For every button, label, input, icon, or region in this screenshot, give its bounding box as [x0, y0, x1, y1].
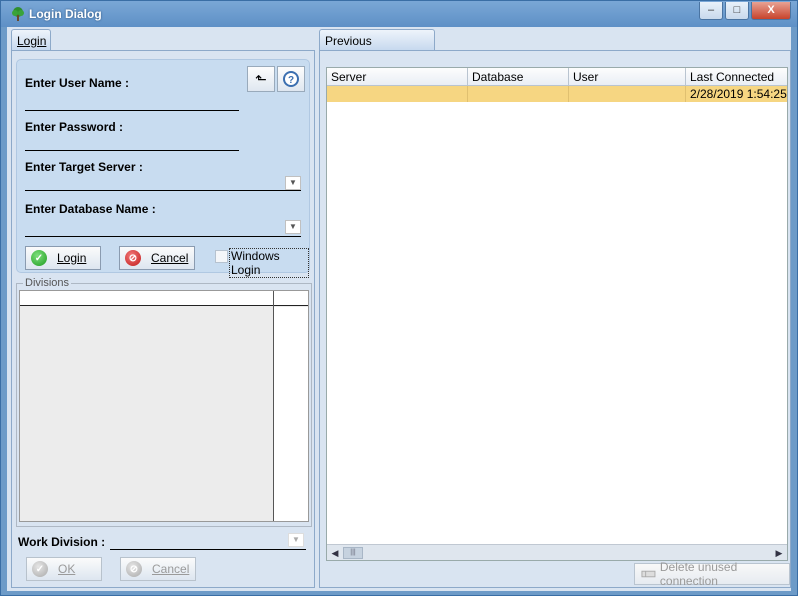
delete-unused-connection-button[interactable]: Delete unused connection [634, 560, 790, 588]
connections-header-row: Server Database User Last Connected [327, 68, 787, 86]
client-area: Login Previous Connections Enter User Na… [7, 27, 791, 591]
username-label: Enter User Name : [25, 76, 130, 90]
tab-login[interactable]: Login [11, 29, 51, 51]
server-field[interactable] [25, 190, 301, 191]
database-dropdown-button[interactable]: ▼ [285, 220, 301, 234]
column-header-database[interactable]: Database [468, 68, 569, 86]
login-button-label: Login [57, 251, 87, 265]
scroll-left-button[interactable]: ◀ [328, 546, 342, 560]
database-field[interactable] [25, 236, 301, 237]
login-form: Enter User Name : ⬑ ? Enter Password : E… [16, 59, 310, 278]
password-label: Enter Password : [25, 120, 124, 134]
stop-icon: ⊘ [125, 250, 141, 266]
check-icon: ✓ [32, 561, 48, 577]
divisions-ok-button[interactable]: ✓ OK [26, 557, 102, 581]
window-title: Login Dialog [29, 7, 102, 21]
table-row[interactable]: 2/28/2019 1:54:25 P [327, 86, 787, 102]
scroll-thumb[interactable]: ||| [343, 547, 363, 559]
login-button[interactable]: ✓ Login [25, 246, 101, 270]
check-icon: ✓ [31, 250, 47, 266]
divisions-grid-header [20, 291, 308, 306]
tree-icon [12, 7, 24, 21]
divisions-ok-label: OK [58, 562, 76, 576]
divisions-grid[interactable] [19, 290, 309, 522]
back-arrow-icon: ⬑ [255, 71, 267, 87]
column-header-last-connected[interactable]: Last Connected [686, 68, 787, 86]
login-panel: Enter User Name : ⬑ ? Enter Password : E… [11, 50, 315, 588]
horizontal-scrollbar[interactable]: ◀ ||| ▶ [327, 544, 787, 560]
cell-user [569, 86, 686, 102]
back-arrow-button[interactable]: ⬑ [247, 66, 275, 92]
divisions-cancel-label: Cancel [152, 562, 190, 576]
eraser-icon [641, 570, 656, 578]
username-field[interactable] [25, 110, 239, 111]
windows-login-label: Windows Login [229, 248, 309, 278]
column-header-server[interactable]: Server [327, 68, 468, 86]
server-label: Enter Target Server : [25, 160, 143, 174]
divisions-grid-right-column [274, 307, 308, 521]
cell-server [327, 86, 468, 102]
divisions-group: Divisions [16, 277, 312, 527]
login-cancel-label: Cancel [151, 251, 189, 265]
stop-icon: ⊘ [126, 561, 142, 577]
login-dialog-window: Login Dialog – □ X Login Previous Connec… [0, 0, 798, 596]
scroll-right-button[interactable]: ▶ [772, 546, 786, 560]
delete-unused-connection-label: Delete unused connection [659, 560, 738, 588]
divisions-cancel-button[interactable]: ⊘ Cancel [120, 557, 196, 581]
tab-previous-connections[interactable]: Previous Connections [319, 29, 435, 62]
cell-last-connected: 2/28/2019 1:54:25 P [690, 87, 787, 101]
help-button[interactable]: ? [277, 66, 305, 92]
minimize-button[interactable]: – [699, 2, 723, 20]
svg-text:?: ? [288, 75, 294, 86]
database-label: Enter Database Name : [25, 202, 156, 216]
login-cancel-button[interactable]: ⊘ Cancel [119, 246, 195, 270]
connections-table[interactable]: Server Database User Last Connected 2/28… [326, 67, 788, 561]
previous-connections-panel: Server Database User Last Connected 2/28… [319, 50, 791, 588]
work-division-dropdown-button[interactable]: ▼ [288, 533, 304, 547]
windows-login-checkbox[interactable] [215, 250, 228, 263]
title-bar[interactable]: Login Dialog – □ X [1, 1, 797, 27]
cell-database [468, 86, 569, 102]
column-header-user[interactable]: User [569, 68, 686, 86]
help-icon: ? [283, 71, 299, 87]
work-division-label: Work Division : [18, 535, 106, 549]
divisions-legend: Divisions [23, 277, 72, 289]
server-dropdown-button[interactable]: ▼ [285, 176, 301, 190]
close-button[interactable]: X [751, 2, 791, 20]
password-field[interactable] [25, 150, 239, 151]
maximize-button[interactable]: □ [725, 2, 749, 20]
work-division-field[interactable] [110, 549, 306, 550]
